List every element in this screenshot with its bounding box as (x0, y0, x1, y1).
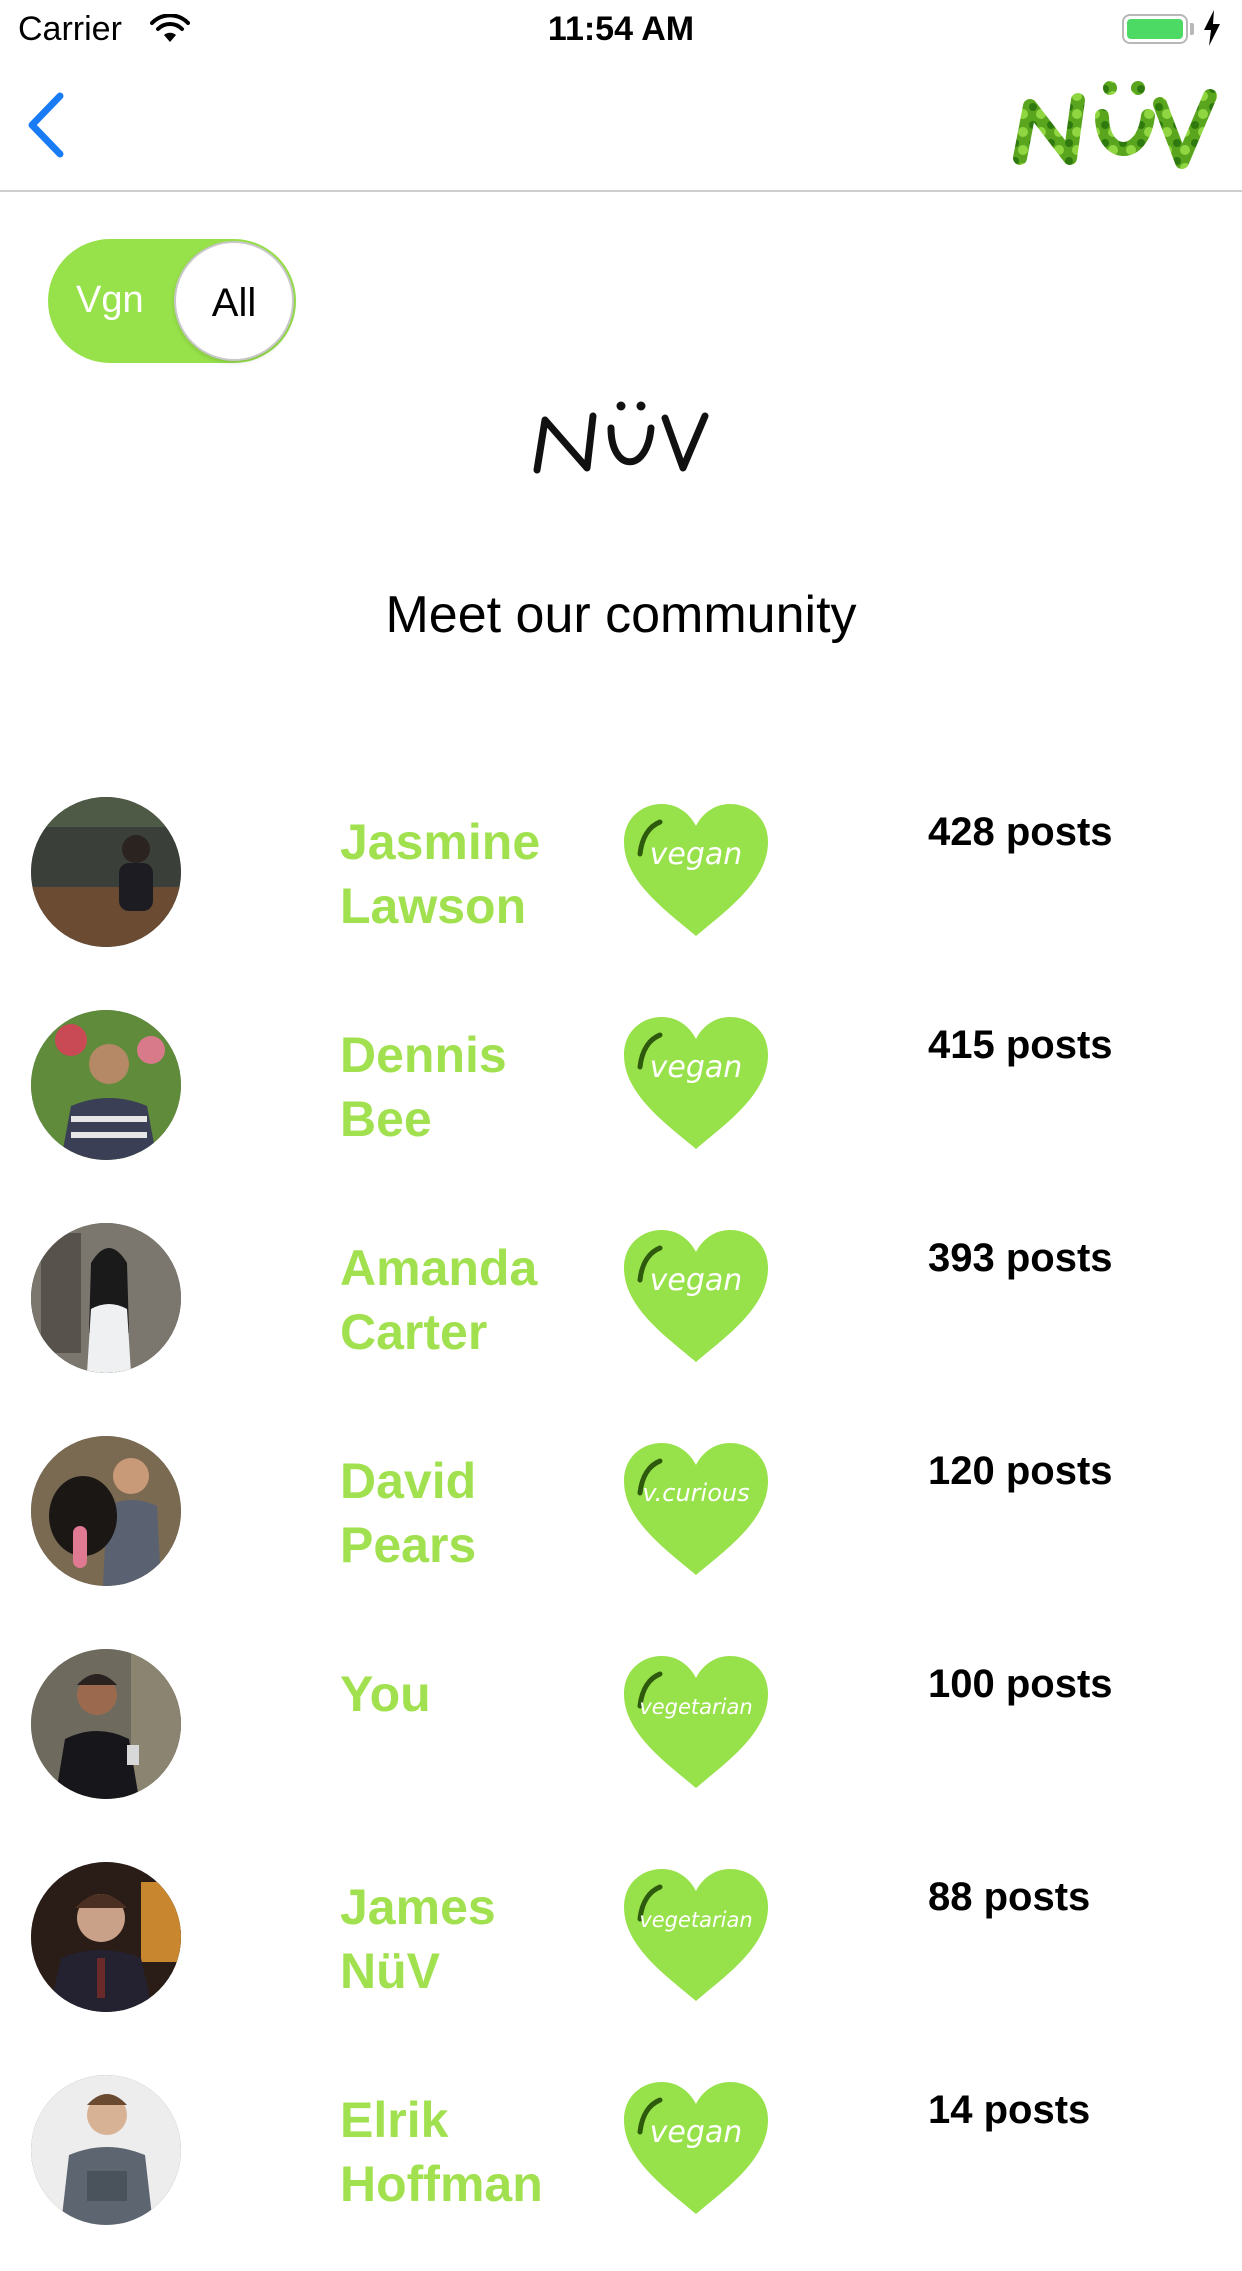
diet-badge: vegetarian (620, 1654, 772, 1792)
status-bar: Carrier 11:54 AM (0, 0, 1242, 62)
member-last-name: Pears (340, 1517, 477, 1573)
member-name[interactable]: David Pears (340, 1449, 600, 1577)
member-name[interactable]: Elrik Hoffman (340, 2088, 600, 2216)
diet-badge-label: vegan (650, 1263, 743, 1298)
list-item[interactable]: Amanda Carter vegan 393 posts (0, 1206, 1242, 1419)
diet-badge: vegan (620, 802, 772, 940)
post-count: 14 posts (928, 2088, 1091, 2132)
post-count: 393 posts (928, 1236, 1113, 1280)
post-count: 88 posts (928, 1875, 1091, 1919)
list-item[interactable]: Jasmine Lawson vegan 428 posts (0, 780, 1242, 993)
member-first-name: Elrik (340, 2092, 449, 2148)
list-item[interactable]: Elrik Hoffman vegan 14 posts (0, 2058, 1242, 2271)
member-last-name: Hoffman (340, 2156, 543, 2212)
member-name[interactable]: James NüV (340, 1875, 600, 2003)
toggle-off-label: All (211, 281, 257, 325)
member-first-name: David (340, 1453, 477, 1509)
member-first-name: Dennis (340, 1027, 507, 1083)
navigation-bar (0, 62, 1242, 192)
back-button[interactable] (22, 90, 72, 160)
post-count: 120 posts (928, 1449, 1113, 1493)
member-first-name: Jasmine (340, 814, 541, 870)
member-name[interactable]: Jasmine Lawson (340, 810, 600, 938)
toggle-knob[interactable]: All (174, 241, 294, 361)
member-last-name: NüV (340, 1943, 440, 1999)
diet-badge-label: vegan (650, 2115, 743, 2150)
charging-bolt-icon (1202, 10, 1222, 51)
diet-badge-label: vegetarian (639, 1695, 752, 1719)
diet-badge-label: vegan (650, 837, 743, 872)
member-name[interactable]: Dennis Bee (340, 1023, 600, 1151)
diet-badge: vegan (620, 1228, 772, 1366)
member-name[interactable]: You (340, 1662, 600, 1726)
member-first-name: You (340, 1666, 431, 1722)
toggle-on-label: Vgn (76, 279, 144, 321)
avatar (31, 797, 181, 947)
diet-badge: vegan (620, 1015, 772, 1153)
page-heading: Meet our community (385, 586, 857, 644)
avatar (31, 2075, 181, 2225)
diet-badge-label: vegan (650, 1050, 743, 1085)
list-item[interactable]: David Pears v.curious 120 posts (0, 1419, 1242, 1632)
nuv-logo-green (1010, 66, 1220, 184)
avatar (31, 1649, 181, 1799)
avatar (31, 1436, 181, 1586)
member-last-name: Carter (340, 1304, 488, 1360)
post-count: 428 posts (928, 810, 1113, 854)
member-name[interactable]: Amanda Carter (340, 1236, 600, 1364)
list-item[interactable]: You vegetarian 100 posts (0, 1632, 1242, 1845)
battery-icon (1122, 14, 1188, 44)
list-item[interactable]: Dennis Bee vegan 415 posts (0, 993, 1242, 1206)
avatar (31, 1010, 181, 1160)
member-last-name: Bee (340, 1091, 432, 1147)
vegan-filter-toggle[interactable]: Vgn All (48, 239, 296, 363)
diet-badge-label: v.curious (642, 1479, 749, 1507)
diet-badge-label: vegetarian (639, 1908, 752, 1932)
post-count: 100 posts (928, 1662, 1113, 1706)
member-first-name: Amanda (340, 1240, 538, 1296)
chevron-left-icon (28, 92, 64, 158)
avatar (31, 1862, 181, 2012)
avatar (31, 1223, 181, 1373)
member-last-name: Lawson (340, 878, 527, 934)
diet-badge: v.curious (620, 1441, 772, 1579)
clock: 11:54 AM (547, 10, 695, 48)
battery-tip (1190, 23, 1194, 35)
diet-badge: vegan (620, 2080, 772, 2218)
list-item[interactable]: James NüV vegetarian 88 posts (0, 1845, 1242, 2058)
post-count: 415 posts (928, 1023, 1113, 1067)
nuv-logo (531, 392, 711, 478)
diet-badge: vegetarian (620, 1867, 772, 2005)
member-first-name: James (340, 1879, 496, 1935)
